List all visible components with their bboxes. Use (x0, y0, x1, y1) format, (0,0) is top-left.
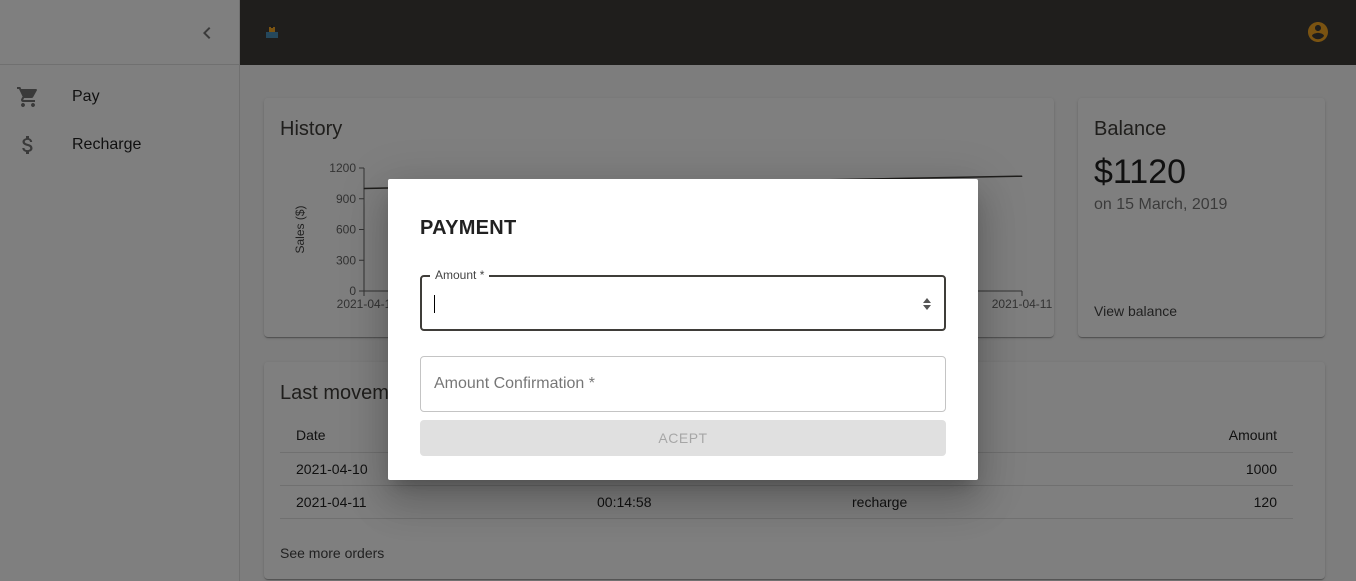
text-cursor (434, 295, 435, 313)
amount-field: Amount * (420, 268, 946, 331)
amount-input[interactable] (434, 289, 904, 317)
amount-confirmation-placeholder: Amount Confirmation * (434, 375, 595, 392)
dialog-title: PAYMENT (420, 217, 517, 239)
accept-button[interactable]: ACEPT (420, 420, 946, 456)
amount-label: Amount * (430, 268, 490, 282)
number-spinner-icon[interactable] (922, 297, 932, 311)
amount-confirmation-field[interactable]: Amount Confirmation * (420, 356, 946, 412)
payment-dialog: PAYMENT Amount * Amount Confirmation * A… (388, 179, 978, 480)
